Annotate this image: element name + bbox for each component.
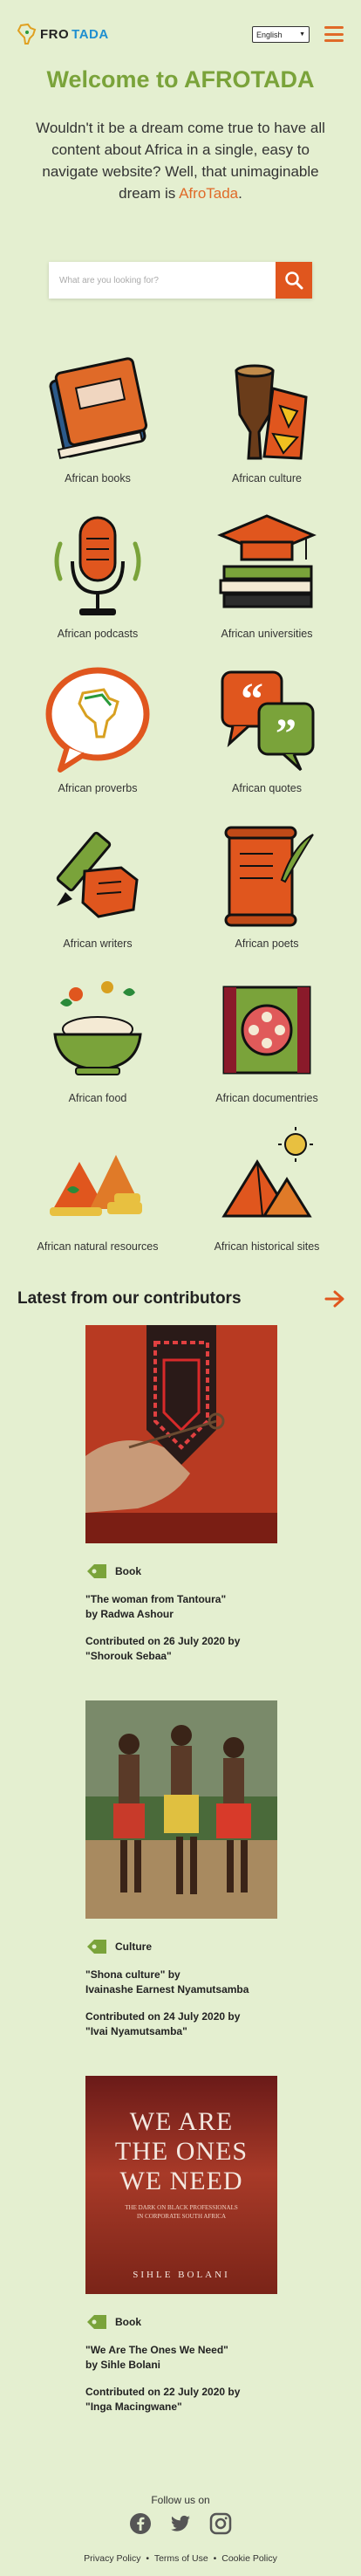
gold-mountains-icon	[50, 1155, 142, 1216]
terms-of-use-link[interactable]: Terms of Use	[154, 2553, 208, 2564]
card-title[interactable]: "Shona culture" by Ivainashe Earnest Nya…	[85, 1968, 277, 1997]
search-button[interactable]	[276, 262, 312, 299]
quote-bubbles-icon: “ ”	[221, 670, 315, 772]
film-reel-icon	[222, 986, 311, 1075]
category-historical-sites[interactable]: African historical sites	[188, 1122, 345, 1253]
category-documentaries[interactable]: African documentries	[188, 973, 345, 1104]
footer-links: Privacy Policy • Terms of Use • Cookie P…	[0, 2553, 361, 2564]
category-books[interactable]: African books	[19, 354, 176, 484]
card-contributed-by: Contributed on 26 July 2020 by "Shorouk …	[85, 1635, 241, 1662]
card-tag: Book	[115, 1565, 141, 1577]
pen-hand-icon	[56, 831, 139, 918]
card-tag: Book	[115, 2316, 141, 2328]
tag-icon	[87, 1564, 106, 1578]
brand-link[interactable]: AfroTada	[179, 185, 238, 202]
book-cover-author: SIHLE BOLANI	[133, 2270, 230, 2280]
tag-icon	[87, 2315, 106, 2329]
card-tag-row: Book	[85, 2313, 277, 2331]
microphone-icon	[54, 516, 141, 615]
card-tag-row: Book	[85, 1563, 277, 1580]
hero-text: Wouldn't it be a dream come true to have…	[36, 120, 325, 202]
card-cover-image[interactable]: WE ARE THE ONES WE NEED THE DARK ON BLAC…	[85, 2076, 277, 2294]
category-label: African documentries	[215, 1092, 318, 1104]
drum-icon	[235, 364, 308, 460]
language-value: English	[256, 30, 283, 39]
scroll-quill-icon	[224, 826, 314, 927]
search-input[interactable]	[49, 262, 276, 299]
category-label: African writers	[63, 938, 133, 950]
category-label: African quotes	[232, 782, 302, 794]
separator: •	[213, 2553, 217, 2564]
book-cover-title: WE ARE THE ONES WE NEED	[114, 2107, 249, 2195]
card-tag: Culture	[115, 1941, 152, 1953]
tag-icon	[87, 1940, 106, 1954]
contribution-card[interactable]: Book "The woman from Tantoura" by Radwa …	[85, 1325, 277, 1664]
social-links	[129, 2512, 232, 2535]
privacy-policy-link[interactable]: Privacy Policy	[84, 2553, 140, 2564]
category-label: African proverbs	[58, 782, 138, 794]
category-writers[interactable]: African writers	[19, 819, 176, 950]
category-label: African food	[68, 1092, 127, 1104]
category-universities[interactable]: African universities	[188, 509, 345, 640]
card-contributed-by: Contributed on 24 July 2020 by "Ivai Nya…	[85, 2010, 241, 2037]
dancers-image	[85, 1700, 277, 1919]
header: FRO TADA English ▼	[0, 0, 361, 68]
category-label: African universities	[221, 628, 313, 640]
pyramids-icon	[221, 1127, 313, 1218]
category-food[interactable]: African food	[19, 973, 176, 1104]
category-label: African podcasts	[57, 628, 139, 640]
category-label: African historical sites	[214, 1240, 320, 1253]
contribution-card[interactable]: WE ARE THE ONES WE NEED THE DARK ON BLAC…	[85, 2076, 277, 2415]
card-title[interactable]: "The woman from Tantoura" by Radwa Ashou…	[85, 1592, 277, 1622]
book-cover-subtitle: THE DARK ON BLACK PROFESSIONALS IN CORPO…	[125, 2204, 238, 2220]
chevron-down-icon: ▼	[299, 31, 305, 38]
arrow-right-icon[interactable]	[324, 1290, 345, 1308]
hamburger-line	[324, 26, 344, 29]
logo-text: FRO TADA	[40, 26, 109, 42]
menu-button[interactable]	[324, 26, 344, 42]
search-icon	[285, 271, 303, 290]
africa-speech-bubble-icon	[45, 667, 150, 773]
hamburger-line	[324, 39, 344, 42]
svg-text:”: ”	[276, 711, 296, 757]
food-bowl-icon	[53, 981, 142, 1075]
hamburger-line	[324, 32, 344, 36]
card-cover-image[interactable]	[85, 1700, 277, 1919]
facebook-icon[interactable]	[129, 2512, 152, 2535]
card-cover-image[interactable]	[85, 1325, 277, 1543]
category-label: African natural resources	[37, 1240, 159, 1253]
category-quotes[interactable]: “ ” African quotes	[188, 663, 345, 794]
category-label: African books	[65, 472, 131, 484]
cookie-policy-link[interactable]: Cookie Policy	[221, 2553, 277, 2564]
graduation-cap-icon	[217, 514, 317, 608]
category-podcasts[interactable]: African podcasts	[19, 509, 176, 640]
instagram-icon[interactable]	[209, 2512, 232, 2535]
africa-logo-icon	[17, 23, 37, 45]
card-tag-row: Culture	[85, 1938, 277, 1955]
category-proverbs[interactable]: African proverbs	[19, 663, 176, 794]
card-contributed-by: Contributed on 22 July 2020 by "Inga Mac…	[85, 2386, 241, 2413]
search-bar	[49, 262, 312, 299]
latest-section-title: Latest from our contributors	[17, 1289, 242, 1308]
category-culture[interactable]: African culture	[188, 354, 345, 484]
page-title: Welcome to AFROTADA	[46, 66, 315, 93]
book-icon	[49, 357, 148, 460]
separator: •	[146, 2553, 150, 2564]
card-title[interactable]: "We Are The Ones We Need" by Sihle Bolan…	[85, 2343, 277, 2373]
category-label: African culture	[232, 472, 302, 484]
embroidered-dress-image	[85, 1325, 277, 1543]
category-natural-resources[interactable]: African natural resources	[19, 1122, 176, 1253]
category-label: African poets	[235, 938, 299, 950]
language-select[interactable]: English ▼	[252, 26, 310, 43]
category-poets[interactable]: African poets	[188, 819, 345, 950]
twitter-icon[interactable]	[169, 2512, 192, 2535]
contribution-card[interactable]: Culture "Shona culture" by Ivainashe Ear…	[85, 1700, 277, 2039]
logo[interactable]: FRO TADA	[16, 23, 109, 45]
follow-us-label: Follow us on	[151, 2494, 210, 2506]
